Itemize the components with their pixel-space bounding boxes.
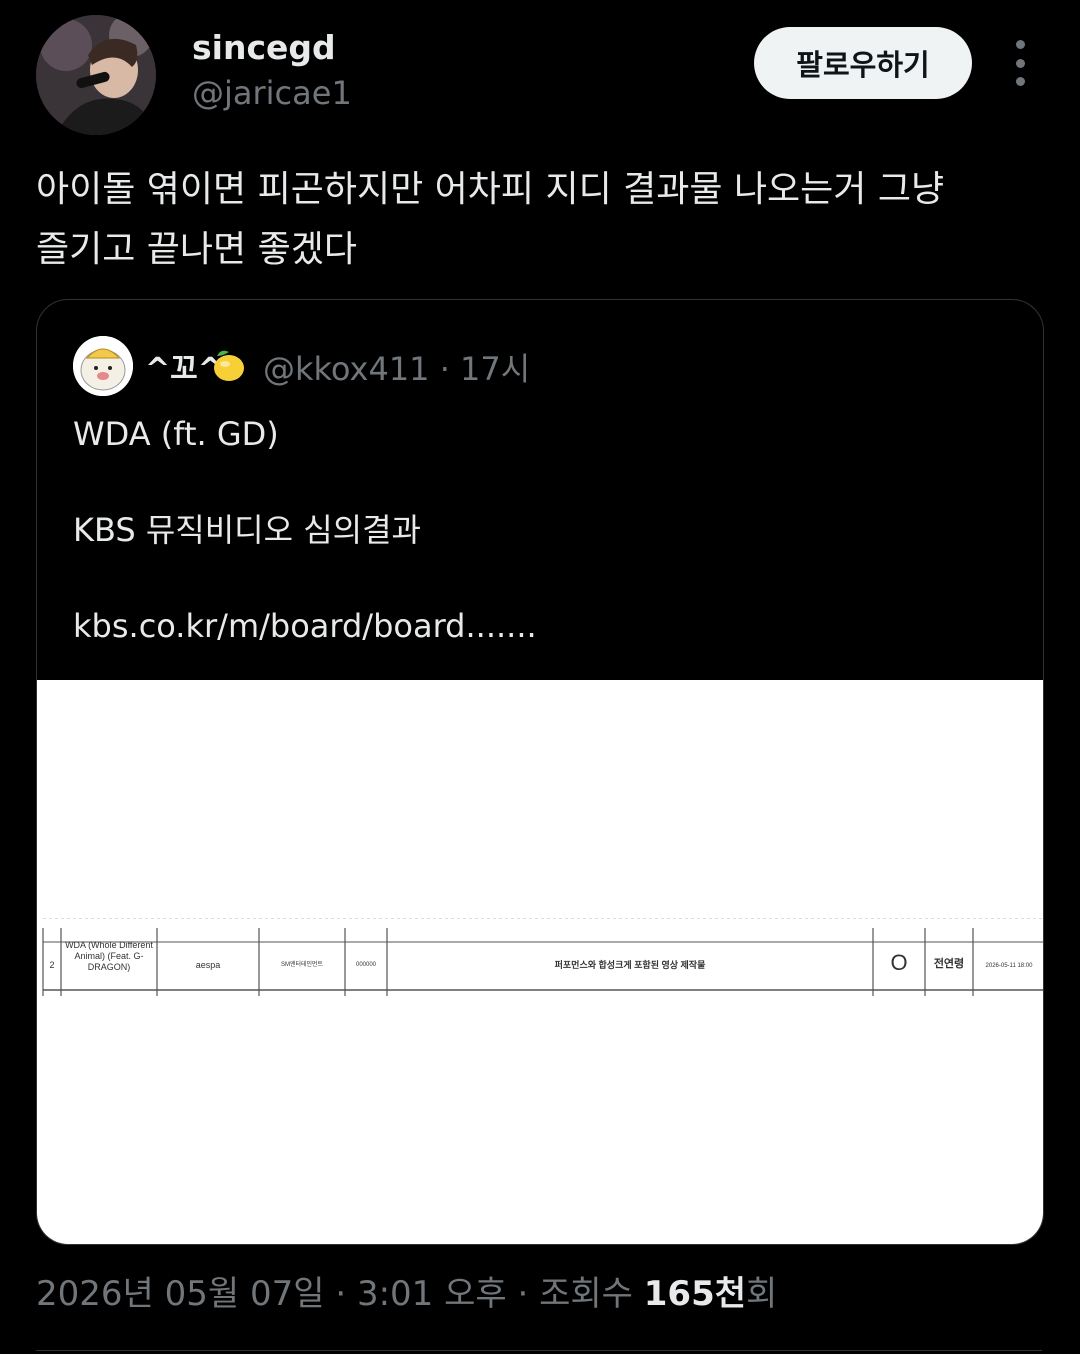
quote-time[interactable]: 17시 <box>460 350 530 388</box>
separator: · <box>506 1274 540 1314</box>
divider <box>36 1350 1042 1351</box>
code: 000000 <box>355 962 377 968</box>
review-note: 퍼포먼스와 합성크게 포함된 영상 제작물 <box>554 960 706 970</box>
dot-icon <box>1015 77 1025 86</box>
more-vertical-icon[interactable] <box>1004 40 1036 86</box>
quote-text: WDA (ft. GD) KBS 뮤직비디오 심의결과 kbs.co.kr/m/… <box>73 415 537 645</box>
tweet-text: 아이돌 엮이면 피곤하지만 어차피 지디 결과물 나오는거 그냥 즐기고 끝나면… <box>36 169 945 270</box>
result-mark: O <box>890 950 908 975</box>
review-date: 2026-05-11 18:00 <box>985 963 1033 969</box>
quote-image[interactable]: 2 WDA (Whole Different Animal) (Feat. G-… <box>37 680 1043 1244</box>
agency: SM엔터테인먼트 <box>280 962 324 968</box>
dot-icon <box>1015 58 1025 68</box>
tweet-date[interactable]: 2026년 05월 07일 <box>36 1274 325 1314</box>
dot-icon <box>1015 40 1025 49</box>
separator: · <box>429 350 461 388</box>
follow-button[interactable]: 팔로우하기 <box>754 27 972 99</box>
author-handle[interactable]: @jaricae1 <box>192 74 352 112</box>
views-label: 조회수 <box>539 1274 644 1314</box>
artist: aespa <box>195 960 221 970</box>
tweet-time[interactable]: 3:01 오후 <box>357 1274 507 1314</box>
author-avatar[interactable] <box>36 15 156 135</box>
quote-meta: @kkox411 · 17시 <box>263 344 530 390</box>
quote-handle[interactable]: @kkox411 <box>263 350 430 388</box>
quoted-tweet-card[interactable]: ^꼬^ @kkox411 · 17시 WDA (ft. GD) KBS 뮤직비디… <box>36 299 1044 1245</box>
document-table: 2 WDA (Whole Different Animal) (Feat. G-… <box>37 918 1043 998</box>
lemon-icon <box>214 350 244 381</box>
rating: 전연령 <box>933 958 965 970</box>
author-display-name[interactable]: sincegd <box>192 28 336 67</box>
quote-author-avatar[interactable] <box>73 336 133 396</box>
separator: · <box>324 1274 357 1314</box>
tweet-metadata: 2026년 05월 07일 · 3:01 오후 · 조회수 165천회 <box>36 1266 777 1315</box>
song-title: WDA (Whole Different Animal) (Feat. G-DR… <box>65 940 153 972</box>
views-suffix: 회 <box>746 1274 778 1314</box>
row-number: 2 <box>49 960 55 970</box>
views-count[interactable]: 165천 <box>644 1274 746 1314</box>
